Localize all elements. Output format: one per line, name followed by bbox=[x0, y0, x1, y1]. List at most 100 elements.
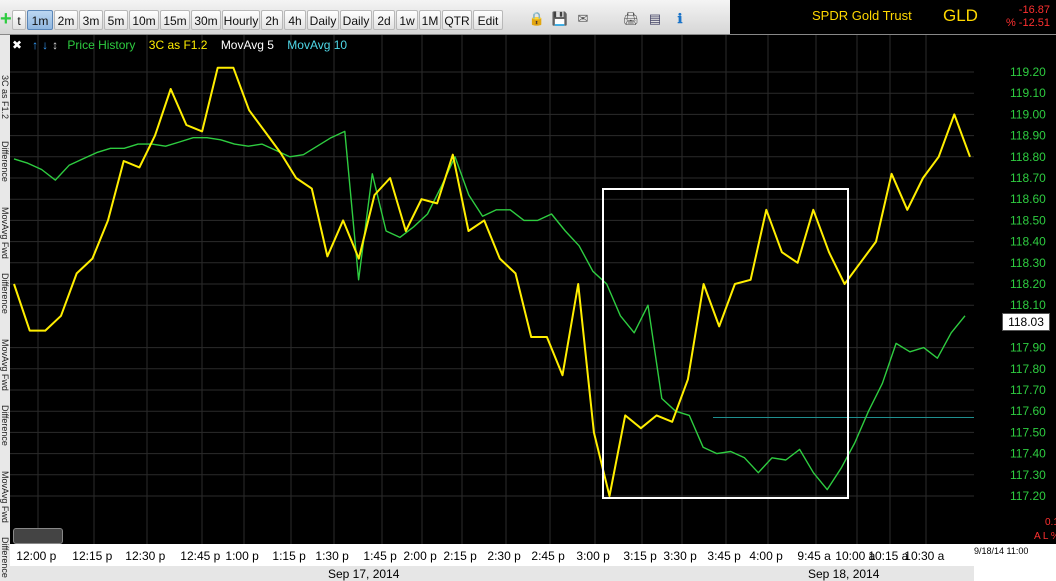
y-tick-label: 118.70 bbox=[1010, 171, 1046, 185]
timeframe-3m-button[interactable]: 3m bbox=[79, 10, 103, 30]
y-tick-label: 118.30 bbox=[1010, 256, 1046, 270]
print-icon[interactable]: 🖨 bbox=[622, 10, 640, 28]
left-tab[interactable]: Difference bbox=[0, 141, 10, 203]
timeframe-10m-button[interactable]: 10m bbox=[129, 10, 159, 30]
legend-price-history: Price History bbox=[67, 38, 136, 52]
save-icon[interactable]: 💾 bbox=[551, 10, 569, 28]
right-footer: 9/18/14 11:00 bbox=[974, 544, 1056, 581]
x-tick-label: 2:00 p bbox=[403, 549, 437, 563]
plus-icon[interactable]: + bbox=[0, 8, 12, 31]
x-tick-label: 12:45 p bbox=[180, 549, 221, 563]
timeframe-2h-button[interactable]: 2h bbox=[261, 10, 283, 30]
toolbar: + 🔒 💾 ✉ 🖨 ▤ ℹ SPDR Gold Trust GLD -16.87… bbox=[0, 0, 1056, 35]
timeframe-qtr-button[interactable]: QTR bbox=[442, 10, 472, 30]
y-tick-label: 118.80 bbox=[1010, 150, 1046, 164]
ticker: GLD bbox=[943, 6, 978, 25]
x-tick-label: 12:15 p bbox=[72, 549, 113, 563]
x-tick-label: 12:30 p bbox=[125, 549, 166, 563]
y-tick-label: 117.90 bbox=[1010, 341, 1046, 355]
legend: ✖ ↑ ↓ ↕ Price History 3C as F1.2 MovAvg 5 M… bbox=[12, 38, 357, 54]
change-value: -16.87 bbox=[1018, 4, 1050, 16]
left-tab[interactable]: 3C as F1.2 bbox=[0, 75, 10, 137]
y-tick-label: 118.90 bbox=[1010, 129, 1046, 143]
indicator-scale-label: A L % X bbox=[1034, 531, 1056, 542]
left-tab[interactable]: MovAvg Fwd bbox=[0, 339, 10, 401]
footer-timestamp: 9/18/14 11:00 bbox=[974, 546, 1029, 556]
card-icon[interactable]: ▤ bbox=[646, 10, 664, 28]
x-tick-label: 9:45 a bbox=[797, 549, 831, 563]
timeframe-1m-button[interactable]: 1M bbox=[419, 10, 441, 30]
left-tab[interactable]: MovAvg Fwd bbox=[0, 207, 10, 269]
x-tick-label: 4:00 p bbox=[749, 549, 783, 563]
timeframe-2m-button[interactable]: 2m bbox=[54, 10, 78, 30]
price-chart[interactable]: 119.20 119.10 119.00 118.90 118.80 118.70 118.… bbox=[10, 35, 1056, 544]
timeframe-4h-button[interactable]: 4h bbox=[284, 10, 306, 30]
legend-scroll-icon[interactable]: ↕ bbox=[52, 38, 58, 52]
change-percent: % -12.51 bbox=[1005, 17, 1050, 29]
legend-indicator: 3C as F1.2 bbox=[148, 38, 208, 52]
y-tick-label: 119.10 bbox=[1010, 86, 1046, 100]
lock-icon[interactable]: 🔒 bbox=[528, 10, 546, 28]
legend-up-icon[interactable]: ↑ bbox=[32, 38, 38, 52]
timeframe-1w-button[interactable]: 1w bbox=[396, 10, 418, 30]
timeframe-daily-button[interactable]: Daily bbox=[307, 10, 339, 30]
legend-ma5: MovAvg 5 bbox=[220, 38, 274, 52]
legend-ma10: MovAvg 10 bbox=[287, 38, 348, 52]
indicator-scale-top: 0.10 bbox=[1045, 517, 1056, 528]
date-band: Sep 17, 2014 Sep 18, 2014 bbox=[10, 566, 974, 581]
x-tick-label: 10:15 a bbox=[868, 549, 909, 563]
timeframe-5m-button[interactable]: 5m bbox=[104, 10, 128, 30]
y-tick-label: 117.70 bbox=[1010, 383, 1046, 397]
x-tick-label: 1:45 p bbox=[363, 549, 397, 563]
x-axis: 12:00 p 12:15 p 12:30 p 12:45 p 1:00 p 1:15 p… bbox=[10, 544, 974, 566]
timeframe-15m-button[interactable]: 15m bbox=[160, 10, 190, 30]
x-tick-label: 1:30 p bbox=[315, 549, 349, 563]
left-tab[interactable]: Difference bbox=[0, 405, 10, 467]
timeframe-hourly-button[interactable]: Hourly bbox=[222, 10, 260, 30]
legend-down-icon[interactable]: ↓ bbox=[42, 38, 48, 52]
legend-close-icon[interactable]: ✖ bbox=[12, 38, 22, 52]
symbol-name: SPDR Gold Trust bbox=[812, 8, 912, 23]
y-tick-label: 119.20 bbox=[1010, 65, 1046, 79]
timeframe-1m-button[interactable]: 1m bbox=[27, 10, 53, 30]
x-tick-label: 1:00 p bbox=[225, 549, 259, 563]
y-tick-label: 117.60 bbox=[1010, 404, 1046, 418]
left-tab[interactable]: MovAvg Fwd bbox=[0, 471, 10, 533]
x-tick-label: 2:15 p bbox=[443, 549, 477, 563]
y-tick-label: 118.10 bbox=[1010, 298, 1046, 312]
timeframe-edit-button[interactable]: Edit bbox=[473, 10, 503, 30]
chart-scroll-thumb[interactable] bbox=[13, 528, 63, 544]
plot-background bbox=[10, 35, 974, 544]
y-tick-label: 118.20 bbox=[1010, 277, 1046, 291]
y-tick-label: 117.80 bbox=[1010, 362, 1046, 376]
y-tick-label: 117.30 bbox=[1010, 468, 1046, 482]
x-tick-label: 2:45 p bbox=[531, 549, 565, 563]
y-tick-label: 117.40 bbox=[1010, 447, 1046, 461]
x-tick-label: 12:00 p bbox=[16, 549, 57, 563]
left-tab[interactable]: Difference bbox=[0, 537, 10, 581]
x-tick-label: 3:15 p bbox=[623, 549, 657, 563]
timeframe-2d-button[interactable]: 2d bbox=[373, 10, 395, 30]
x-tick-label: 10:30 a bbox=[904, 549, 945, 563]
current-price-tag: 118.03 bbox=[1002, 313, 1050, 331]
x-tick-label: 3:00 p bbox=[576, 549, 610, 563]
date-label: Sep 18, 2014 bbox=[808, 567, 880, 581]
y-tick-label: 118.50 bbox=[1010, 213, 1046, 227]
symbol-bar: SPDR Gold Trust GLD -16.87 % -12.51 bbox=[730, 0, 1056, 34]
y-tick-label: 117.50 bbox=[1010, 425, 1046, 439]
timeframe-daily-button[interactable]: Daily bbox=[340, 10, 372, 30]
y-tick-label: 117.20 bbox=[1010, 489, 1046, 503]
x-tick-label: 3:45 p bbox=[707, 549, 741, 563]
timeframe-t-button[interactable]: t bbox=[12, 10, 26, 30]
timeframe-30m-button[interactable]: 30m bbox=[191, 10, 221, 30]
info-icon[interactable]: ℹ bbox=[671, 10, 689, 28]
y-tick-label: 118.40 bbox=[1010, 235, 1046, 249]
y-tick-label: 119.00 bbox=[1010, 107, 1046, 121]
x-tick-label: 3:30 p bbox=[663, 549, 697, 563]
x-tick-label: 1:15 p bbox=[272, 549, 306, 563]
left-tab[interactable]: Difference bbox=[0, 273, 10, 335]
date-label: Sep 17, 2014 bbox=[328, 567, 400, 581]
email-icon[interactable]: ✉ bbox=[574, 10, 592, 28]
x-tick-label: 2:30 p bbox=[487, 549, 521, 563]
y-tick-label: 118.60 bbox=[1010, 192, 1046, 206]
